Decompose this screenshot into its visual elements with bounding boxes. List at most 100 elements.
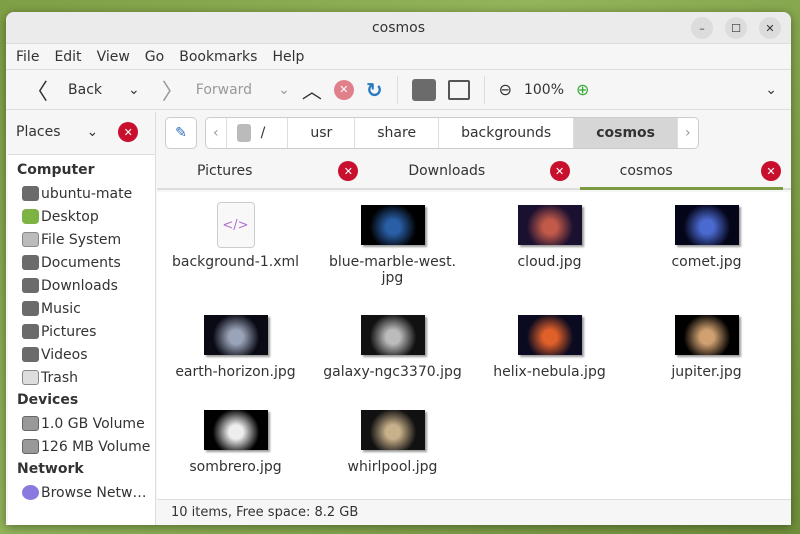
title-bar: cosmos – ☐ ✕	[6, 12, 791, 44]
menu-go[interactable]: Go	[145, 49, 164, 65]
folder-icon	[22, 347, 39, 362]
places-selector[interactable]: Places	[16, 124, 61, 140]
path-scroll-left[interactable]: ‹	[206, 118, 227, 148]
folder-icon	[22, 186, 39, 201]
file-item[interactable]: jupiter.jpg	[628, 310, 785, 396]
sidebar-item-label: Videos	[41, 346, 88, 363]
menu-file[interactable]: File	[16, 49, 39, 65]
drive-icon	[22, 232, 39, 247]
sidebar-section-heading: Computer	[17, 162, 95, 178]
file-item[interactable]: cloud.jpg	[471, 200, 628, 302]
sidebar-item-label: File System	[41, 231, 122, 248]
sidebar-item-label: Music	[41, 300, 81, 317]
folder-icon	[411, 78, 436, 101]
tab-downloads[interactable]: Downloads ✕	[368, 154, 579, 188]
path-bar: ‹ / usr share backgrounds cosmos ›	[205, 117, 699, 149]
pencil-icon: ✎	[175, 125, 187, 141]
sidebar-item-desktop[interactable]: Desktop	[8, 205, 155, 228]
sidebar-item-1-0-gb-volume[interactable]: 1.0 GB Volume	[8, 412, 155, 435]
image-thumbnail	[360, 205, 425, 245]
sidebar-item-126-mb-volume[interactable]: 126 MB Volume	[8, 435, 155, 458]
trash-icon	[22, 370, 39, 385]
zoom-in-button[interactable]: ⊕	[570, 75, 595, 105]
stop-button[interactable]: ✕	[328, 75, 360, 105]
maximize-button[interactable]: ☐	[725, 17, 747, 39]
edit-location-button[interactable]: ✎	[165, 117, 197, 149]
menu-view[interactable]: View	[97, 49, 130, 65]
up-button[interactable]: ︿	[296, 75, 328, 105]
reload-button[interactable]: ↻	[360, 75, 389, 105]
file-item[interactable]: </> background-1.xml	[157, 200, 314, 302]
home-button[interactable]	[406, 75, 442, 105]
path-crumb-cosmos[interactable]: cosmos	[574, 118, 678, 148]
desktop-icon	[22, 209, 39, 224]
image-thumbnail	[203, 315, 268, 356]
back-button[interactable]: 〈 Back	[20, 75, 108, 105]
file-item[interactable]: comet.jpg	[628, 200, 785, 302]
file-item[interactable]: helix-nebula.jpg	[471, 310, 628, 396]
file-name: comet.jpg	[671, 254, 742, 270]
file-item[interactable]: whirlpool.jpg	[314, 405, 471, 491]
close-sidebar-button[interactable]: ✕	[118, 122, 139, 142]
zoom-out-icon: ⊖	[498, 80, 512, 99]
path-scroll-right[interactable]: ›	[678, 118, 698, 148]
zoom-level[interactable]: 100%	[518, 75, 570, 105]
file-name: sombrero.jpg	[189, 458, 282, 475]
sidebar-item-label: 1.0 GB Volume	[41, 415, 145, 432]
file-item[interactable]: galaxy-ngc3370.jpg	[314, 310, 471, 396]
tab-label: Downloads	[408, 163, 486, 179]
computer-button[interactable]	[442, 75, 476, 105]
tab-label: Pictures	[197, 163, 253, 179]
sidebar-item-videos[interactable]: Videos	[8, 343, 155, 366]
file-name: galaxy-ngc3370.jpg	[323, 364, 462, 381]
file-item[interactable]: blue-marble-west. jpg	[314, 200, 471, 302]
up-icon: ︿	[301, 79, 322, 103]
sidebar-item-ubuntu-mate[interactable]: ubuntu-mate	[8, 182, 155, 205]
toolbar-overflow-button[interactable]: ⌄	[759, 75, 783, 105]
file-grid: </> background-1.xml blue-marble-west. jpg…	[157, 192, 791, 499]
path-crumb-root[interactable]: /	[227, 118, 289, 148]
window-title: cosmos	[371, 19, 426, 36]
image-thumbnail	[203, 409, 268, 450]
stop-icon: ✕	[333, 79, 354, 100]
back-history-dropdown[interactable]: ⌄	[122, 75, 146, 105]
file-item[interactable]: sombrero.jpg	[157, 405, 314, 491]
sidebar-item-downloads[interactable]: Downloads	[8, 274, 155, 297]
path-crumb-usr[interactable]: usr	[288, 118, 356, 148]
sidebar-item-label: Desktop	[41, 208, 99, 225]
sidebar-item-label: 126 MB Volume	[41, 438, 151, 455]
sidebar-item-music[interactable]: Music	[8, 297, 155, 320]
path-crumb-backgrounds[interactable]: backgrounds	[439, 118, 575, 148]
forward-button[interactable]: 〉 Forward	[156, 75, 258, 105]
sidebar-item-documents[interactable]: Documents	[8, 251, 155, 274]
image-thumbnail	[360, 409, 425, 450]
folder-icon	[22, 301, 39, 316]
image-thumbnail	[517, 315, 582, 356]
path-crumb-share[interactable]: share	[355, 118, 440, 148]
menu-bookmarks[interactable]: Bookmarks	[179, 49, 257, 65]
forward-history-dropdown[interactable]: ⌄	[272, 75, 296, 105]
tab-cosmos[interactable]: cosmos ✕	[579, 154, 791, 190]
close-tab-button[interactable]: ✕	[338, 161, 359, 181]
sidebar-item-browse-netw-[interactable]: Browse Netw…	[8, 481, 155, 504]
sidebar-item-label: Documents	[41, 254, 121, 271]
zoom-out-button[interactable]: ⊖	[493, 75, 518, 105]
file-manager-window: cosmos – ☐ ✕ File Edit View Go Bookmarks Help…	[6, 12, 791, 525]
minimize-button[interactable]: –	[691, 17, 713, 39]
sidebar-item-label: Trash	[41, 369, 78, 386]
chevron-down-icon[interactable]: ⌄	[87, 124, 99, 140]
tab-pictures[interactable]: Pictures ✕	[157, 154, 368, 188]
path-root-label: /	[260, 125, 266, 141]
sidebar-item-pictures[interactable]: Pictures	[8, 320, 155, 343]
menu-help[interactable]: Help	[272, 49, 304, 65]
close-tab-button[interactable]: ✕	[549, 161, 570, 181]
file-item[interactable]: earth-horizon.jpg	[157, 310, 314, 396]
sidebar-item-trash[interactable]: Trash	[8, 366, 155, 389]
file-name: blue-marble-west. jpg	[328, 254, 457, 286]
close-button[interactable]: ✕	[759, 17, 781, 39]
sidebar-item-file-system[interactable]: File System	[8, 228, 155, 251]
sidebar-item-label: ubuntu-mate	[41, 185, 133, 202]
sidebar-item-label: Browse Netw…	[41, 484, 147, 501]
menu-edit[interactable]: Edit	[54, 49, 81, 65]
close-tab-button[interactable]: ✕	[760, 161, 781, 181]
